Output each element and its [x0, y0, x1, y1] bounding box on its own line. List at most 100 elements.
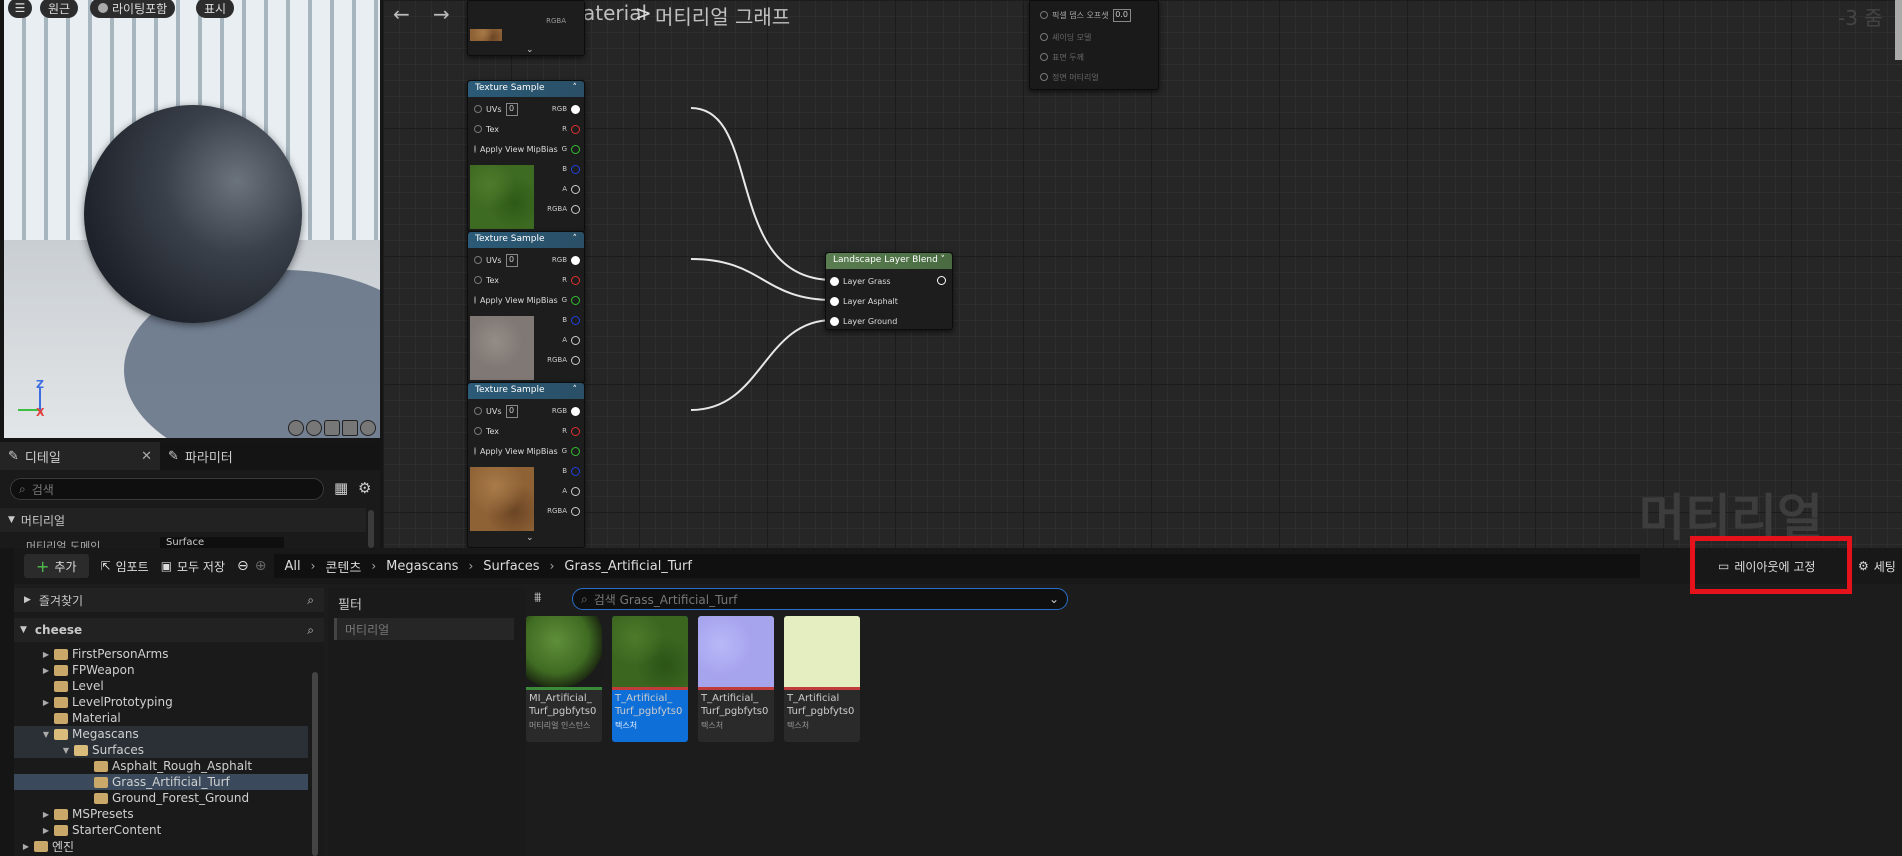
filter-chip[interactable]: 머티리얼 [334, 618, 514, 640]
tree-item[interactable]: Grass_Artificial_Turf [14, 774, 308, 790]
breadcrumb-item[interactable]: Grass_Artificial_Turf [564, 559, 692, 574]
material-section-header[interactable]: ▼ 머티리얼 [0, 508, 366, 532]
tree-item[interactable]: ▶ StarterContent [14, 822, 308, 838]
texture-sample-node-3[interactable]: Texture Sample ˄ UVs 0 Tex Apply View MipB… [467, 382, 585, 548]
history-back-icon[interactable]: ⊖ [231, 554, 255, 578]
rgba-output-pin[interactable] [571, 355, 580, 365]
collapse-arrow-icon[interactable]: ˄ [573, 234, 578, 246]
asset-tile[interactable]: T_Artificial_ Turf_pgbfyts0 텍스처 [698, 616, 774, 742]
add-button[interactable]: + 추가 [24, 554, 89, 578]
chevron-right-icon[interactable]: › [550, 559, 555, 573]
tree-item[interactable]: ▶ 엔진 [14, 838, 308, 854]
viewport-menu-button[interactable]: ☰ [8, 0, 32, 18]
tree-item[interactable]: ▼ Surfaces [14, 742, 308, 758]
details-scrollbar[interactable] [368, 510, 374, 548]
layer-input-pin[interactable]: Layer Grass [830, 271, 898, 291]
expand-arrow-icon[interactable]: ▶ [42, 698, 50, 707]
close-icon[interactable]: ✕ [141, 449, 152, 464]
tab-parameters[interactable]: ✎ 파라미터 [160, 442, 241, 470]
uv-pin[interactable]: UVs 0 [474, 401, 544, 421]
rgb-output-pin[interactable] [571, 406, 580, 416]
tree-item[interactable]: Asphalt_Rough_Asphalt [14, 758, 308, 774]
search-icon[interactable]: ⌕ [307, 593, 314, 608]
b-output-pin[interactable] [571, 164, 580, 174]
collapse-arrow-icon[interactable]: ▼ [62, 746, 70, 755]
show-button[interactable]: 표시 [196, 0, 235, 18]
expand-arrow-icon[interactable]: ▶ [42, 826, 50, 835]
g-output-pin[interactable] [571, 446, 580, 456]
rgb-output-pin[interactable] [571, 255, 580, 265]
asset-tile[interactable]: T_Artificial Turf_pgbfyts0 텍스처 [784, 616, 860, 742]
tex-pin[interactable]: Tex [474, 421, 544, 441]
breadcrumb-item[interactable]: Megascans [386, 559, 458, 574]
collapse-arrow-icon[interactable]: ˅ [941, 255, 946, 267]
chevron-right-icon[interactable]: › [311, 559, 316, 573]
material-graph-canvas[interactable]: ← → LandMaterial > 머티리얼 그래프 -3 줌 머티리얼 RG… [383, 0, 1902, 548]
table-view-icon[interactable]: ▦ [334, 479, 348, 497]
uv-pin[interactable]: UVs 0 [474, 99, 544, 119]
project-header[interactable]: ▼ cheese ⌕ [14, 618, 324, 642]
tree-item[interactable]: Material [14, 710, 308, 726]
a-output-pin[interactable] [571, 335, 580, 345]
layer-input-pin[interactable]: Layer Asphalt [830, 291, 898, 311]
expand-arrow-icon[interactable]: ▶ [42, 810, 50, 819]
expand-arrow-icon[interactable]: ▶ [22, 842, 30, 851]
rgba-output-pin[interactable] [571, 506, 580, 516]
asset-tile[interactable]: T_Artificial_ Turf_pgbfyts0 텍스처 [612, 616, 688, 742]
mipbias-pin[interactable]: Apply View MipBias [474, 441, 558, 461]
history-forward-icon[interactable]: ⊕ [255, 554, 267, 578]
search-icon[interactable]: ⌕ [307, 623, 314, 638]
expand-arrow-icon[interactable]: ▶ [42, 666, 50, 675]
tree-item[interactable]: Level [14, 678, 308, 694]
r-output-pin[interactable] [571, 275, 580, 285]
tree-scrollbar[interactable] [312, 672, 318, 856]
sphere-icon[interactable] [306, 420, 322, 436]
r-output-pin[interactable] [571, 124, 580, 134]
blend-output-pin[interactable] [937, 276, 946, 285]
tex-pin[interactable]: Tex [474, 119, 544, 139]
g-output-pin[interactable] [571, 144, 580, 154]
collapse-arrow-icon[interactable]: ˄ [573, 83, 578, 95]
collapse-arrow-icon[interactable]: ˄ [573, 385, 578, 397]
breadcrumb-item[interactable]: Surfaces [483, 559, 539, 574]
layer-input-pin[interactable]: Layer Ground [830, 311, 898, 331]
filter-icon[interactable]: ⩩ [534, 590, 541, 606]
texture-sample-node-1[interactable]: Texture Sample ˄ UVs 0 Tex Apply View MipB… [467, 80, 585, 232]
tree-item[interactable]: ▶ FirstPersonArms [14, 646, 308, 662]
asset-search-input[interactable]: ⌕ 검색 Grass_Artificial_Turf ⌄ [572, 588, 1068, 610]
tex-pin[interactable]: Tex [474, 270, 544, 290]
cube-icon[interactable] [342, 420, 358, 436]
expand-arrow-icon[interactable]: ▶ [42, 650, 50, 659]
import-button[interactable]: ⇱ 임포트 [95, 554, 155, 578]
gear-icon[interactable]: ⚙ [358, 479, 371, 497]
lighting-button[interactable]: 라이팅포함 [90, 0, 176, 18]
tree-item[interactable]: ▶ MSPresets [14, 806, 308, 822]
settings-button[interactable]: ⚙ 세팅 [1852, 554, 1902, 578]
breadcrumb-item[interactable]: 콘텐츠 [325, 557, 361, 576]
a-output-pin[interactable] [571, 486, 580, 496]
teapot-icon[interactable] [360, 420, 376, 436]
chevron-right-icon[interactable]: › [371, 559, 376, 573]
rgb-output-pin[interactable] [571, 104, 580, 114]
collapse-arrow-icon[interactable]: ▼ [42, 730, 50, 739]
tree-item[interactable]: Ground_Forest_Ground [14, 790, 308, 806]
asset-tile[interactable]: MI_Artificial_ Turf_pgbfyts0 머티리얼 인스턴스 [526, 616, 602, 742]
collapse-chevron-icon[interactable]: ⌄ [526, 533, 534, 543]
favorites-header[interactable]: ▶ 즐겨찾기 ⌕ [14, 588, 324, 612]
texture-sample-node-2[interactable]: Texture Sample ˄ UVs 0 Tex Apply View MipB… [467, 231, 585, 383]
cylinder-icon[interactable] [288, 420, 304, 436]
landscape-layer-blend-node[interactable]: Landscape Layer Blend ˅ Layer Grass Layer… [825, 252, 953, 330]
tree-item[interactable]: ▶ FPWeapon [14, 662, 308, 678]
save-all-button[interactable]: ▣ 모두 저장 [155, 554, 231, 578]
chevron-down-icon[interactable]: ⌄ [1049, 592, 1059, 606]
breadcrumb-item[interactable]: All [284, 559, 300, 574]
r-output-pin[interactable] [571, 426, 580, 436]
g-output-pin[interactable] [571, 295, 580, 305]
rgba-output-pin[interactable] [571, 204, 580, 214]
mipbias-pin[interactable]: Apply View MipBias [474, 139, 558, 159]
tab-details[interactable]: ✎ 디테일 ✕ [0, 442, 160, 470]
tree-item[interactable]: ▼ Megascans [14, 726, 308, 742]
a-output-pin[interactable] [571, 184, 580, 194]
tree-item[interactable]: ▶ LevelPrototyping [14, 694, 308, 710]
b-output-pin[interactable] [571, 466, 580, 476]
